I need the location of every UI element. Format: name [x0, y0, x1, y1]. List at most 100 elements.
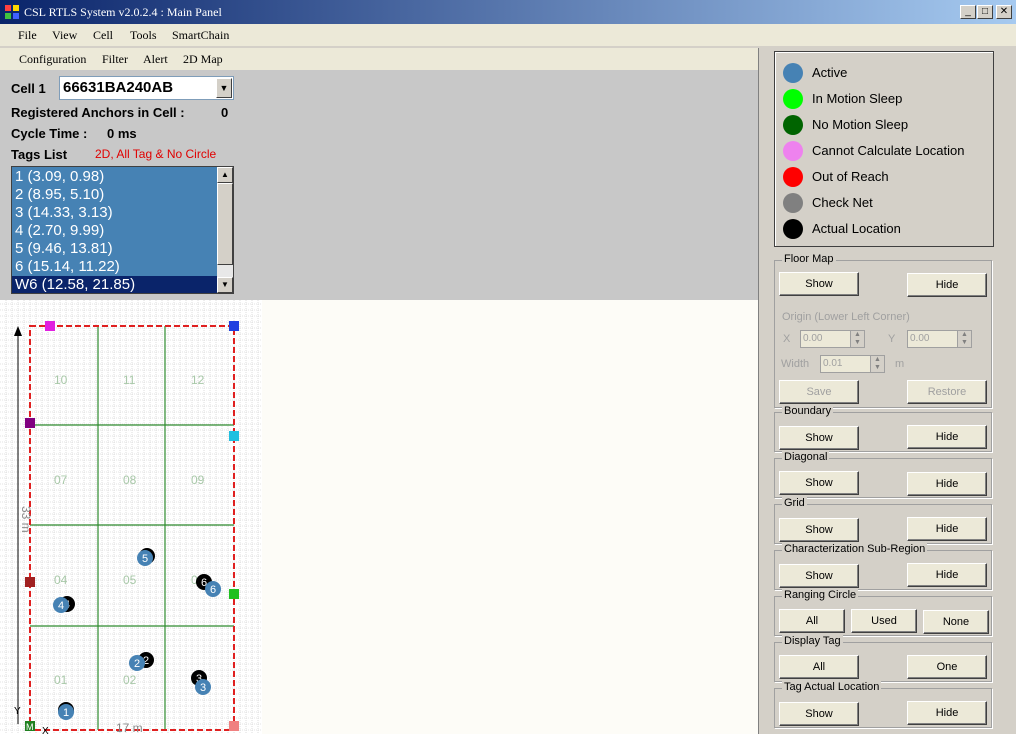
subregion-hide-button[interactable]: Hide [907, 563, 987, 587]
menu-file[interactable]: File [18, 28, 37, 43]
cell-label: Cell 1 [11, 81, 46, 96]
axis-y-label: Y [14, 706, 21, 717]
registered-anchors-value: 0 [221, 105, 229, 120]
map-height-label: 33 m [19, 506, 33, 533]
anchor-icon [229, 721, 239, 731]
tag-estimated-label: 3 [200, 682, 206, 694]
tag-estimated-label: 1 [63, 707, 69, 719]
tag-estimated-label: 5 [142, 553, 148, 565]
menu-cell[interactable]: Cell [93, 28, 113, 43]
diagonal-group: Diagonal Show Hide [774, 451, 992, 498]
origin-label: Origin (Lower Left Corner) [782, 311, 910, 323]
ranging-none-button[interactable]: None [923, 610, 989, 634]
region-label: 04 [54, 573, 68, 587]
cycle-time-label: Cycle Time : [11, 126, 88, 141]
anchor-icon [229, 431, 239, 441]
tags-listbox[interactable]: 1 (3.09, 0.98) 2 (8.95, 5.10) 3 (14.33, … [11, 166, 234, 294]
display-tag-one-button[interactable]: One [907, 655, 987, 679]
out-of-reach-dot-icon [783, 167, 803, 187]
width-unit: m [895, 358, 905, 370]
menu-alert[interactable]: Alert [143, 52, 168, 67]
maximize-button[interactable]: □ [977, 5, 993, 19]
spinner-icon[interactable]: ▲ ▼ [850, 331, 864, 347]
floor-map-hide-button[interactable]: Hide [907, 273, 987, 297]
list-item[interactable]: 4 (2.70, 9.99) [15, 222, 104, 240]
list-item-selected[interactable]: W6 (12.58, 21.85) [12, 276, 218, 293]
region-label: 10 [54, 373, 68, 387]
diagonal-show-button[interactable]: Show [779, 471, 859, 495]
floor-map-group: Floor Map Show Hide Origin (Lower Left C… [774, 253, 992, 408]
map-width-label: 17 m [116, 721, 143, 734]
region-label: 11 [123, 373, 136, 387]
anchor-icon [229, 589, 239, 599]
origin-y-field[interactable]: 0.00 ▲ ▼ [907, 330, 972, 348]
map-canvas-area[interactable] [262, 300, 758, 734]
scroll-thumb[interactable] [217, 183, 233, 265]
list-item[interactable]: 2 (8.95, 5.10) [15, 186, 104, 204]
spinner-icon[interactable]: ▲ ▼ [957, 331, 971, 347]
scroll-down-icon[interactable]: ▼ [217, 277, 233, 293]
list-item[interactable]: 3 (14.33, 3.13) [15, 204, 113, 222]
display-tag-all-button[interactable]: All [779, 655, 859, 679]
menu-2d-map[interactable]: 2D Map [183, 52, 223, 67]
region-label: 01 [54, 673, 68, 687]
boundary-hide-button[interactable]: Hide [907, 425, 987, 449]
tag-estimated-label: 6 [210, 584, 216, 596]
grid-hide-button[interactable]: Hide [907, 517, 987, 541]
minimize-button[interactable]: _ [960, 5, 976, 19]
width-label: Width [781, 358, 810, 370]
scroll-up-icon[interactable]: ▲ [217, 167, 233, 183]
cell-select-value: 66631BA240AB [63, 79, 174, 96]
registered-anchors-label: Registered Anchors in Cell : [11, 105, 185, 120]
ranging-all-button[interactable]: All [779, 609, 845, 633]
floor-map-show-button[interactable]: Show [779, 272, 859, 296]
ranging-circle-group: Ranging Circle All Used None [774, 589, 992, 636]
tag-estimated-label: 2 [134, 658, 140, 670]
floor-map-restore-button[interactable]: Restore [907, 380, 987, 404]
display-tag-group: Display Tag All One [774, 635, 992, 682]
diagonal-hide-button[interactable]: Hide [907, 472, 987, 496]
boundary-group: Boundary Show Hide [774, 405, 992, 452]
region-label: 07 [54, 473, 68, 487]
anchor-icon [25, 577, 35, 587]
region-label: 02 [123, 673, 137, 687]
spinner-icon[interactable]: ▲ ▼ [870, 356, 884, 372]
window-title: CSL RTLS System v2.0.2.4 : Main Panel [24, 5, 222, 19]
grid-show-button[interactable]: Show [779, 518, 859, 542]
menu-filter[interactable]: Filter [102, 52, 128, 67]
anchor-icon [229, 321, 239, 331]
grid-minor [0, 300, 262, 734]
tag-actual-location-group: Tag Actual Location Show Hide [774, 681, 992, 728]
ranging-used-button[interactable]: Used [851, 609, 917, 633]
menu-smartchain[interactable]: SmartChain [172, 28, 229, 43]
origin-x-label: X [783, 333, 791, 345]
cannot-calculate-dot-icon [783, 141, 803, 161]
boundary-show-button[interactable]: Show [779, 426, 859, 450]
subregion-show-button[interactable]: Show [779, 564, 859, 588]
anchor-icon [25, 418, 35, 428]
list-item[interactable]: 1 (3.09, 0.98) [15, 168, 104, 186]
tag-actual-hide-button[interactable]: Hide [907, 701, 987, 725]
tags-list-scrollbar[interactable]: ▲ ▼ [217, 167, 233, 293]
list-item[interactable]: 5 (9.46, 13.81) [15, 240, 113, 258]
floor-map-save-button[interactable]: Save [779, 380, 859, 404]
region-label: 08 [123, 473, 137, 487]
menu-tools[interactable]: Tools [130, 28, 157, 43]
tool-menu: Configuration Filter Alert 2D Map [0, 48, 758, 70]
floor-map[interactable]: 101112070809040506010203 M Y X 33 m 17 m… [0, 300, 262, 734]
menu-view[interactable]: View [52, 28, 77, 43]
tags-list-mode: 2D, All Tag & No Circle [95, 147, 217, 161]
app-icon [5, 5, 19, 19]
grid-group: Grid Show Hide [774, 497, 992, 544]
origin-x-field[interactable]: 0.00 ▲ ▼ [800, 330, 865, 348]
menu-configuration[interactable]: Configuration [19, 52, 86, 67]
close-button[interactable]: ✕ [996, 5, 1012, 19]
chevron-down-icon[interactable]: ▼ [216, 78, 232, 98]
region-label: 09 [191, 473, 205, 487]
list-item[interactable]: 6 (15.14, 11.22) [15, 258, 120, 276]
width-field[interactable]: 0.01 ▲ ▼ [820, 355, 885, 373]
origin-y-label: Y [888, 333, 896, 345]
tag-actual-show-button[interactable]: Show [779, 702, 859, 726]
cell-select[interactable]: 66631BA240AB ▼ [59, 76, 234, 100]
region-label: 05 [123, 573, 137, 587]
